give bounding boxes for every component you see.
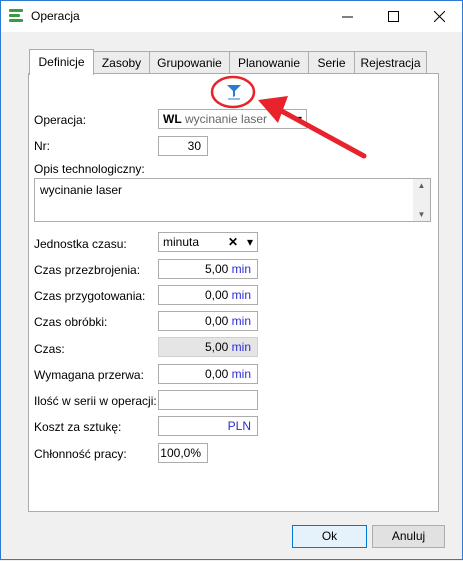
close-icon — [433, 11, 445, 22]
operacja-label: Operacja: — [34, 113, 87, 127]
unit-label: min — [231, 314, 251, 328]
currency-label: PLN — [227, 419, 251, 433]
close-button[interactable] — [416, 1, 462, 32]
opis-textarea[interactable]: wycinanie laser — [34, 178, 431, 222]
ok-button[interactable]: Ok — [292, 525, 367, 548]
czas-obrobki-label: Czas obróbki: — [34, 315, 108, 329]
czas-obrobki-value: 0,00 — [204, 314, 229, 328]
czas-przygotowania-field[interactable]: 0,00 min — [158, 285, 258, 305]
czas-przygotowania-label: Czas przygotowania: — [34, 289, 146, 303]
clear-icon[interactable]: ✕ — [228, 233, 238, 251]
czas-przygotowania-value: 0,00 — [204, 288, 229, 302]
unit-label: min — [231, 367, 251, 381]
koszt-label: Koszt za sztukę: — [34, 420, 122, 434]
definicje-panel: Operacja: WL wycinanie laser ▾ Nr: 30 Op… — [28, 73, 439, 512]
minimize-button[interactable] — [324, 1, 370, 32]
chlonnosc-label: Chłonność pracy: — [34, 447, 127, 461]
operacja-name: wycinanie laser — [185, 112, 268, 126]
czas-przezbrojenia-label: Czas przezbrojenia: — [34, 263, 141, 277]
cancel-button[interactable]: Anuluj — [372, 525, 445, 548]
app-icon — [9, 9, 23, 24]
nr-label: Nr: — [34, 139, 50, 153]
chevron-down-icon: ▾ — [295, 112, 302, 126]
window-title: Operacja — [31, 9, 80, 23]
ilosc-field[interactable] — [158, 390, 258, 410]
przerwa-label: Wymagana przerwa: — [34, 368, 144, 382]
jednostka-label: Jednostka czasu: — [34, 237, 127, 251]
scroll-up-icon[interactable]: ▲ — [413, 181, 430, 190]
tab-serie[interactable]: Serie — [308, 51, 355, 74]
tab-grupowanie[interactable]: Grupowanie — [149, 51, 230, 74]
tab-definicje[interactable]: Definicje — [29, 49, 94, 75]
tab-zasoby[interactable]: Zasoby — [93, 51, 150, 74]
opis-label: Opis technologiczny: — [34, 162, 145, 176]
czas-field: 5,00 min — [158, 337, 258, 357]
unit-label: min — [231, 262, 251, 276]
maximize-icon — [387, 11, 399, 22]
czas-przezbrojenia-field[interactable]: 5,00 min — [158, 259, 258, 279]
jednostka-value: minuta — [163, 235, 200, 249]
czas-przezbrojenia-value: 5,00 — [204, 262, 229, 276]
jednostka-select[interactable]: minuta ✕ ▾ — [158, 232, 258, 252]
minimize-icon — [341, 16, 353, 18]
nr-field[interactable]: 30 — [158, 136, 208, 156]
chevron-down-icon[interactable]: ▾ — [247, 233, 253, 251]
title-bar: Operacja — [1, 1, 462, 32]
przerwa-value: 0,00 — [204, 367, 229, 381]
czas-value: 5,00 — [204, 340, 229, 354]
ilosc-label: Ilość w serii w operacji: — [34, 394, 157, 408]
scroll-down-icon[interactable]: ▼ — [413, 210, 430, 219]
opis-scrollbar[interactable]: ▲ ▼ — [413, 179, 430, 221]
czas-obrobki-field[interactable]: 0,00 min — [158, 311, 258, 331]
unit-label: min — [231, 288, 251, 302]
operacja-code: WL — [163, 112, 182, 126]
tab-planowanie[interactable]: Planowanie — [229, 51, 309, 74]
chlonnosc-field[interactable]: 100,0% — [158, 443, 208, 463]
tab-rejestracja[interactable]: Rejestracja — [354, 51, 427, 74]
dialog-window: Operacja Definicje Zasoby Grupowanie Pla… — [0, 0, 463, 560]
filter-sort-icon[interactable] — [226, 84, 242, 100]
unit-label: min — [231, 340, 251, 354]
przerwa-field[interactable]: 0,00 min — [158, 364, 258, 384]
maximize-button[interactable] — [370, 1, 416, 32]
koszt-field[interactable]: PLN — [158, 416, 258, 436]
operacja-select[interactable]: WL wycinanie laser ▾ — [158, 109, 307, 129]
czas-label: Czas: — [34, 342, 65, 356]
